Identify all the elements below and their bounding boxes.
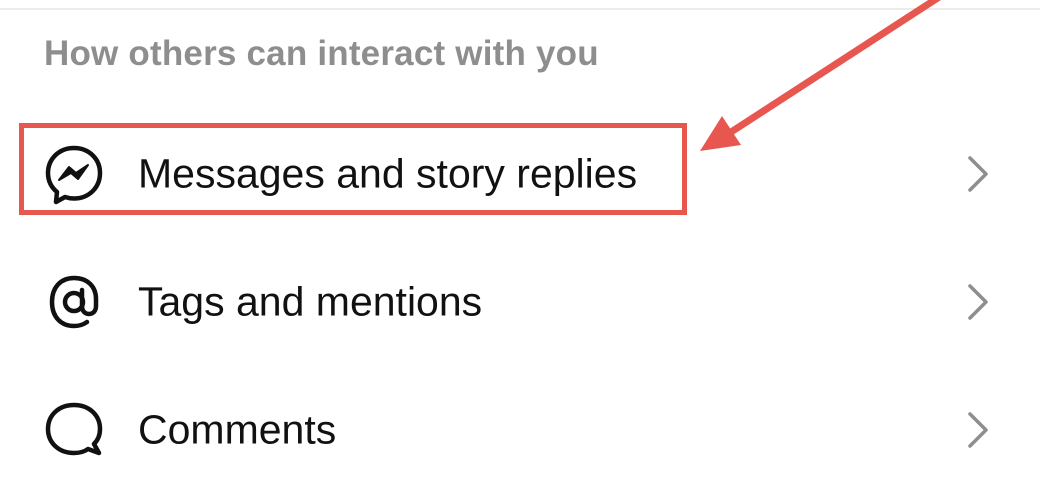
settings-item-messages[interactable]: Messages and story replies bbox=[0, 124, 1040, 224]
chevron-right-icon bbox=[966, 282, 990, 322]
messenger-icon bbox=[40, 140, 108, 208]
chevron-right-icon bbox=[966, 410, 990, 450]
section-header: How others can interact with you bbox=[44, 34, 599, 73]
settings-item-label: Tags and mentions bbox=[138, 278, 483, 325]
comment-bubble-icon bbox=[40, 396, 108, 464]
settings-item-tags[interactable]: Tags and mentions bbox=[0, 252, 1040, 352]
settings-item-label: Comments bbox=[138, 406, 337, 453]
settings-item-label: Messages and story replies bbox=[138, 150, 638, 197]
at-sign-icon bbox=[40, 268, 108, 336]
top-divider bbox=[0, 8, 1040, 10]
settings-item-comments[interactable]: Comments bbox=[0, 380, 1040, 480]
chevron-right-icon bbox=[966, 154, 990, 194]
